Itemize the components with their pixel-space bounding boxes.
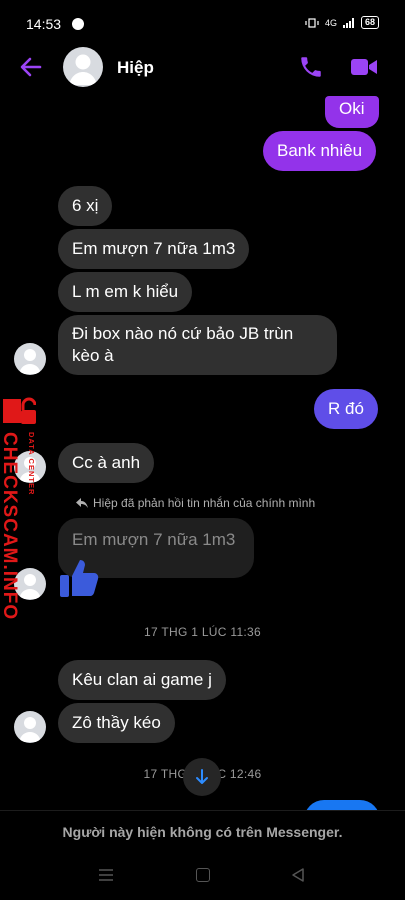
home-icon[interactable] <box>196 868 210 882</box>
contact-avatar-small[interactable] <box>14 711 46 743</box>
watermark-title: CHECKSCAM.INFO <box>0 432 20 621</box>
arrow-down-icon <box>196 769 208 784</box>
reply-note-text: Hiệp đã phản hồi tin nhắn của chính mình <box>93 496 316 510</box>
like-thumbs-up-icon[interactable] <box>58 556 100 600</box>
timestamp-divider: 17 THG 1 LÚC 11:36 <box>143 625 261 639</box>
chat-header: Hiệp <box>0 44 405 92</box>
watermark: DATA CENTER CHECKSCAM.INFO <box>0 396 40 620</box>
phone-call-icon[interactable] <box>298 54 324 80</box>
recent-apps-icon[interactable] <box>98 868 114 882</box>
message-incoming[interactable]: Kêu clan ai game j <box>58 660 226 700</box>
battery-icon: 68 <box>360 16 379 29</box>
message-incoming[interactable]: 6 xị <box>58 186 113 226</box>
unavailable-notice: Người này hiện không có trên Messenger. <box>0 810 405 852</box>
status-icons: 4G 68 <box>305 16 379 29</box>
reply-icon <box>76 498 88 508</box>
scroll-to-bottom-button[interactable] <box>183 758 221 796</box>
back-triangle-icon[interactable] <box>290 867 306 883</box>
contact-name[interactable]: Hiệp <box>117 58 154 78</box>
lock-icon <box>3 397 36 424</box>
signal-icon <box>342 17 354 28</box>
back-arrow-icon[interactable] <box>18 54 44 80</box>
vibrate-icon <box>305 17 319 28</box>
message-outgoing[interactable]: R đó <box>314 389 378 429</box>
message-incoming[interactable]: Em mượn 7 nữa 1m3 <box>58 229 250 269</box>
message-incoming[interactable]: Cc à anh <box>58 443 155 483</box>
message-incoming[interactable]: Đi box nào nó cứ bảo JB trùn kèo à <box>58 315 337 375</box>
contact-avatar[interactable] <box>63 47 103 87</box>
messenger-notification-icon <box>72 18 84 30</box>
status-time: 14:53 <box>26 16 62 32</box>
message-outgoing[interactable]: Bank nhiêu <box>263 131 377 171</box>
message-outgoing[interactable]: Oki <box>325 96 379 128</box>
reply-indicator: Hiệp đã phản hồi tin nhắn của chính mình <box>76 496 315 510</box>
video-call-icon[interactable] <box>350 54 378 80</box>
status-bar: 14:53 4G 68 <box>0 0 405 40</box>
watermark-subtitle: DATA CENTER <box>27 432 36 496</box>
message-incoming[interactable]: Zô thầy kéo <box>58 703 175 743</box>
network-type: 4G <box>324 17 337 28</box>
contact-avatar-small[interactable] <box>14 343 46 375</box>
system-nav-bar <box>0 852 405 900</box>
message-incoming[interactable]: L m em k hiểu <box>58 272 193 312</box>
